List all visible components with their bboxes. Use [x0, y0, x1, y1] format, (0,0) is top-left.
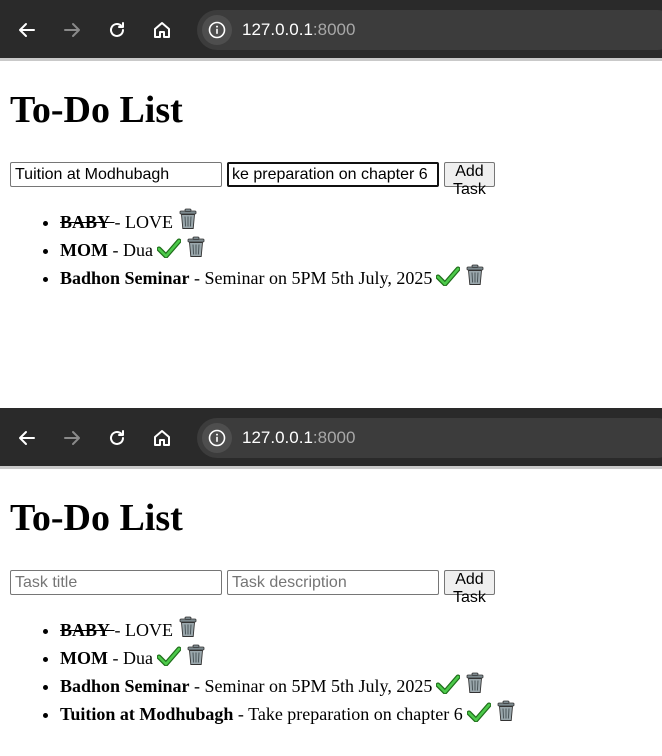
task-description: Seminar on 5PM 5th July, 2025 [204, 676, 433, 696]
url-port: :8000 [312, 428, 356, 447]
complete-task-link[interactable] [436, 266, 461, 286]
delete-task-link[interactable] [185, 644, 207, 666]
trash-icon [497, 700, 515, 721]
url-port: :8000 [312, 20, 356, 39]
task-description: Dua [122, 240, 153, 260]
url-text: 127.0.0.1:8000 [242, 428, 355, 448]
task-item: BABY - LOVE [60, 616, 517, 644]
browser-window-after: 127.0.0.1:8000 To-Do List Add Task BABY … [0, 408, 662, 756]
back-arrow-icon [19, 431, 35, 445]
task-item: BABY - LOVE [60, 208, 486, 236]
task-title: BABY [60, 620, 111, 640]
home-icon [154, 22, 170, 38]
task-list: BABY - LOVEMOM - DuaBadhon Seminar - Sem… [0, 208, 486, 292]
forward-button[interactable] [57, 423, 87, 453]
home-button[interactable] [147, 15, 177, 45]
forward-button[interactable] [57, 15, 87, 45]
trash-icon [187, 236, 205, 257]
toolbar-divider [0, 466, 662, 469]
reload-icon [110, 430, 124, 445]
site-info-icon [208, 429, 226, 447]
complete-task-link[interactable] [466, 702, 491, 722]
task-description-input[interactable] [227, 570, 439, 595]
url-text: 127.0.0.1:8000 [242, 20, 355, 40]
delete-task-link[interactable] [464, 264, 486, 286]
task-item: MOM - Dua [60, 236, 486, 264]
url-host: 127.0.0.1 [242, 20, 313, 39]
trash-icon [179, 616, 197, 637]
checkmark-icon [156, 646, 181, 666]
task-title: Badhon Seminar [60, 268, 190, 288]
back-button[interactable] [12, 15, 42, 45]
delete-task-link[interactable] [177, 208, 199, 230]
site-info-button[interactable] [202, 423, 232, 453]
checkmark-icon [436, 266, 461, 286]
delete-task-link[interactable] [185, 236, 207, 258]
complete-task-link[interactable] [156, 238, 181, 258]
checkmark-icon [436, 674, 461, 694]
trash-icon [466, 264, 484, 285]
page-title: To-Do List [10, 497, 183, 539]
task-description-input[interactable] [227, 162, 439, 187]
delete-task-link[interactable] [495, 700, 517, 722]
task-title: BABY [60, 212, 111, 232]
browser-window-before: 127.0.0.1:8000 To-Do List Add Task BABY … [0, 0, 662, 408]
complete-task-link[interactable] [156, 646, 181, 666]
task-description: LOVE [125, 212, 174, 232]
task-list: BABY - LOVEMOM - DuaBadhon Seminar - Sem… [0, 616, 517, 728]
reload-button[interactable] [102, 15, 132, 45]
site-info-button[interactable] [202, 15, 232, 45]
complete-task-link[interactable] [436, 674, 461, 694]
back-button[interactable] [12, 423, 42, 453]
address-bar[interactable]: 127.0.0.1:8000 [197, 418, 662, 458]
task-title: Tuition at Modhubagh [60, 704, 234, 724]
home-button[interactable] [147, 423, 177, 453]
task-description: Dua [122, 648, 153, 668]
task-item: Badhon Seminar - Seminar on 5PM 5th July… [60, 672, 517, 700]
delete-task-link[interactable] [464, 672, 486, 694]
trash-icon [187, 644, 205, 665]
add-task-button[interactable]: Add Task [444, 162, 495, 198]
trash-icon [466, 672, 484, 693]
task-title: MOM [60, 648, 108, 668]
back-arrow-icon [19, 23, 35, 37]
task-title-input[interactable] [10, 162, 222, 187]
address-bar[interactable]: 127.0.0.1:8000 [197, 10, 662, 50]
task-item: Badhon Seminar - Seminar on 5PM 5th July… [60, 264, 486, 292]
url-host: 127.0.0.1 [242, 428, 313, 447]
checkmark-icon [156, 238, 181, 258]
delete-task-link[interactable] [177, 616, 199, 638]
forward-arrow-icon [64, 23, 80, 37]
forward-arrow-icon [64, 431, 80, 445]
toolbar-divider [0, 58, 662, 61]
site-info-icon [208, 21, 226, 39]
checkmark-icon [466, 702, 491, 722]
task-item: MOM - Dua [60, 644, 517, 672]
page-title: To-Do List [10, 89, 183, 131]
reload-button[interactable] [102, 423, 132, 453]
task-description: LOVE [125, 620, 174, 640]
task-description: Seminar on 5PM 5th July, 2025 [204, 268, 433, 288]
task-description: Take preparation on chapter 6 [248, 704, 463, 724]
task-title-input[interactable] [10, 570, 222, 595]
trash-icon [179, 208, 197, 229]
task-item: Tuition at Modhubagh - Take preparation … [60, 700, 517, 728]
reload-icon [110, 22, 124, 37]
add-task-button[interactable]: Add Task [444, 570, 495, 606]
task-title: Badhon Seminar [60, 676, 190, 696]
home-icon [154, 430, 170, 446]
task-title: MOM [60, 240, 108, 260]
